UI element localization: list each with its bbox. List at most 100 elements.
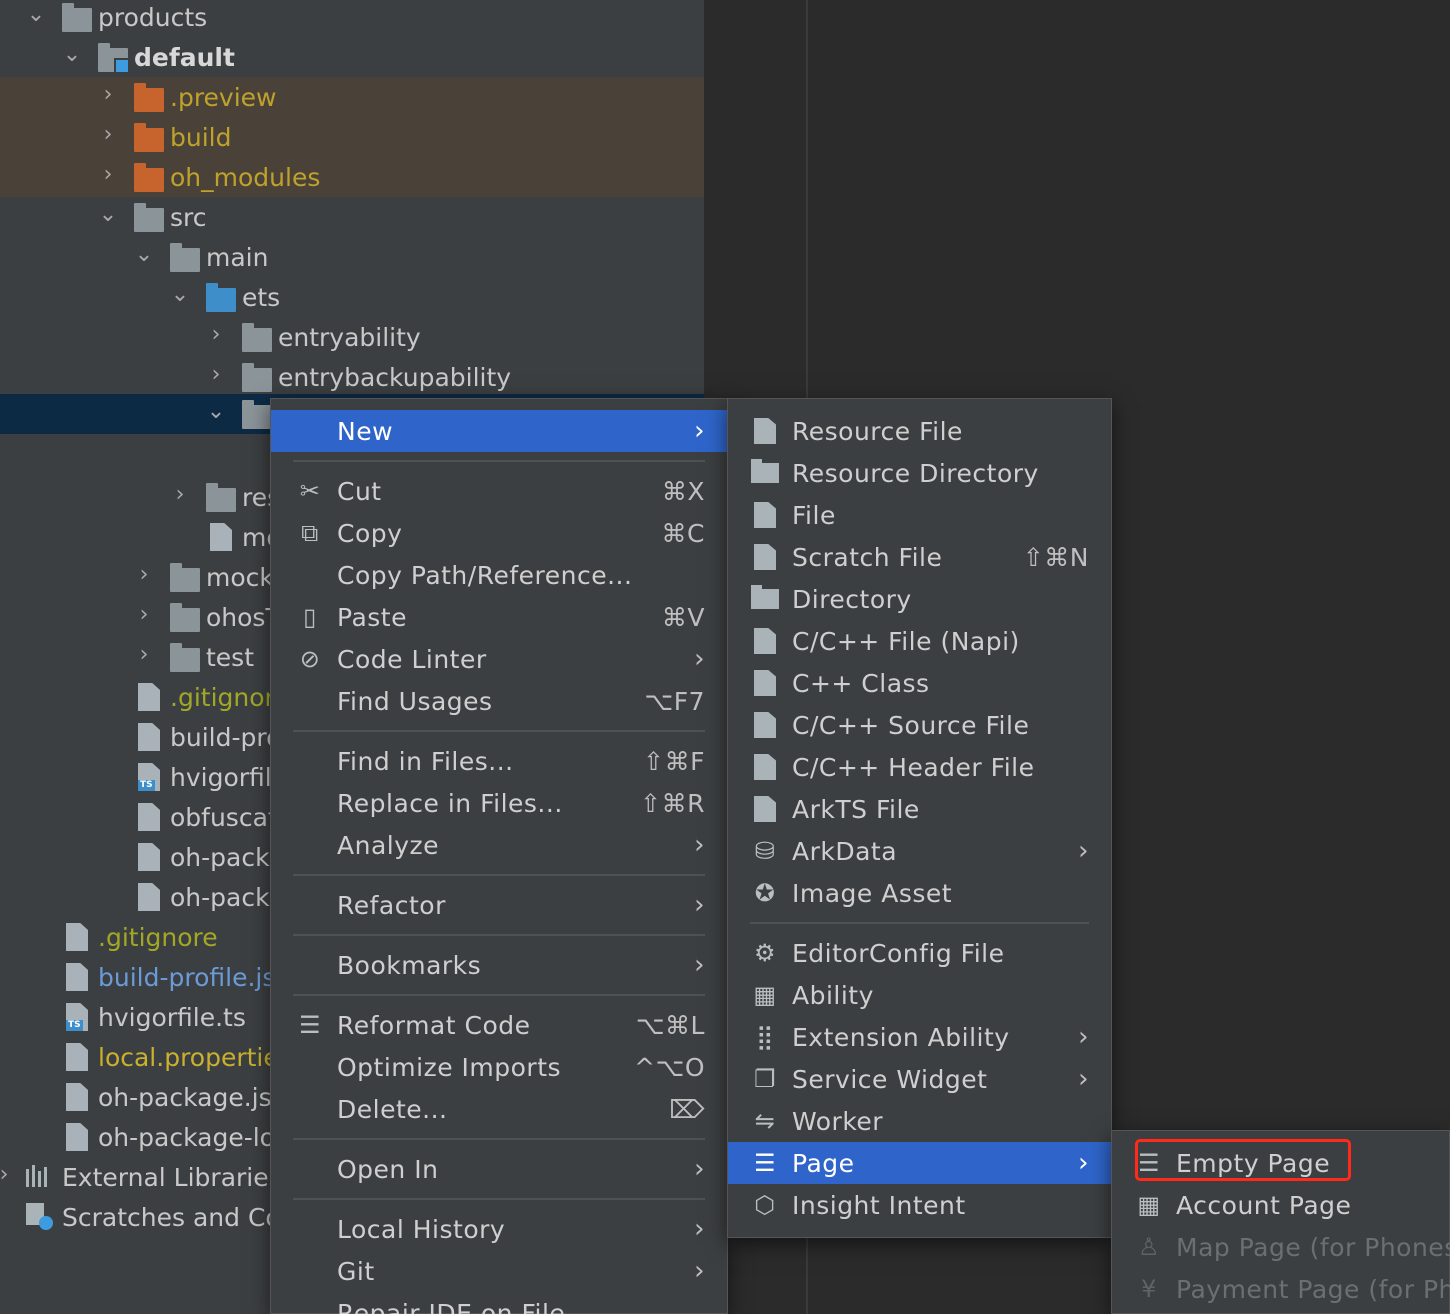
- annotation-highlight-box: [1135, 1139, 1351, 1181]
- chevron-right-icon[interactable]: ›: [96, 163, 120, 187]
- tree-label: oh-package-lo: [98, 1122, 275, 1152]
- clipboard-icon: ▯: [303, 603, 317, 631]
- menu-item-delete[interactable]: Delete... ⌦: [271, 1088, 727, 1130]
- tree-row-oh-modules[interactable]: › oh_modules: [0, 157, 704, 197]
- chevron-right-icon: ›: [1078, 1022, 1089, 1052]
- chevron-down-icon[interactable]: ⌄: [24, 3, 48, 27]
- menu-item-label: Replace in Files...: [337, 788, 563, 818]
- ability-icon: ▦: [753, 981, 777, 1009]
- chevron-right-icon[interactable]: ›: [132, 603, 156, 627]
- menu-item-paste[interactable]: ▯ Paste ⌘V: [271, 596, 727, 638]
- menu-item-map-page[interactable]: ♙ Map Page (for Phones: [1112, 1226, 1450, 1268]
- menu-item-scratch-file[interactable]: Scratch File ⇧⌘N: [728, 536, 1111, 578]
- menu-item-cut[interactable]: ✂ Cut ⌘X: [271, 470, 727, 512]
- menu-item-git[interactable]: Git ›: [271, 1250, 727, 1292]
- menu-shortcut: ⇧⌘R: [640, 788, 705, 818]
- tree-row-build[interactable]: › build: [0, 117, 704, 157]
- menu-item-resource-file[interactable]: Resource File: [728, 410, 1111, 452]
- menu-item-label: New: [337, 416, 394, 446]
- menu-item-label: Directory: [792, 584, 912, 614]
- menu-item-service-widget[interactable]: ❐ Service Widget ›: [728, 1058, 1111, 1100]
- menu-item-account-page[interactable]: ▦ Account Page: [1112, 1184, 1449, 1226]
- menu-item-new[interactable]: New ›: [271, 410, 727, 452]
- chevron-right-icon[interactable]: ›: [0, 1163, 16, 1187]
- menu-item-code-linter[interactable]: ⊘ Code Linter ›: [271, 638, 727, 680]
- menu-item-c-header-file[interactable]: C/C++ Header File: [728, 746, 1111, 788]
- menu-item-label: Resource File: [792, 416, 963, 446]
- menu-item-label: Resource Directory: [792, 458, 1039, 488]
- folder-icon: [170, 603, 200, 633]
- menu-item-optimize-imports[interactable]: Optimize Imports ^⌥O: [271, 1046, 727, 1088]
- menu-item-reformat-code[interactable]: ☰ Reformat Code ⌥⌘L: [271, 1004, 727, 1046]
- menu-separator: [293, 994, 705, 996]
- menu-shortcut: ⇧⌘N: [1022, 542, 1089, 572]
- menu-item-c-source-file[interactable]: C/C++ Source File: [728, 704, 1111, 746]
- tree-row-entryability[interactable]: › entryability: [0, 317, 704, 357]
- menu-item-extension-ability[interactable]: ⣿ Extension Ability ›: [728, 1016, 1111, 1058]
- menu-item-directory[interactable]: Directory: [728, 578, 1111, 620]
- scissors-icon: ✂: [299, 477, 321, 505]
- menu-item-find-usages[interactable]: Find Usages ⌥F7: [271, 680, 727, 722]
- ts-file-icon: TS: [66, 1003, 96, 1031]
- menu-item-local-history[interactable]: Local History ›: [271, 1208, 727, 1250]
- menu-item-ability[interactable]: ▦ Ability: [728, 974, 1111, 1016]
- menu-item-label: C/C++ Header File: [792, 752, 1035, 782]
- chevron-right-icon[interactable]: ›: [132, 563, 156, 587]
- menu-item-cpp-class[interactable]: C++ Class: [728, 662, 1111, 704]
- menu-item-replace-in-files[interactable]: Replace in Files... ⇧⌘R: [271, 782, 727, 824]
- folder-icon: [62, 3, 92, 33]
- tree-row-src[interactable]: ⌄ src: [0, 197, 704, 237]
- tree-label: products: [98, 2, 208, 32]
- tree-row-default[interactable]: ⌄ default: [0, 37, 704, 77]
- folder-icon: [170, 243, 200, 273]
- menu-item-insight-intent[interactable]: ⬡ Insight Intent: [728, 1184, 1111, 1226]
- chevron-right-icon[interactable]: ›: [96, 123, 120, 147]
- chevron-down-icon[interactable]: ⌄: [168, 283, 192, 307]
- menu-separator: [293, 934, 705, 936]
- context-menu: New › ✂ Cut ⌘X ⧉ Copy ⌘C Copy Path/Refer…: [270, 398, 728, 1314]
- chevron-right-icon[interactable]: ›: [204, 323, 228, 347]
- chevron-down-icon[interactable]: ⌄: [132, 243, 156, 267]
- chevron-right-icon: ›: [694, 1214, 705, 1244]
- chevron-right-icon: ›: [1078, 1148, 1089, 1178]
- tree-label: ets: [242, 282, 281, 312]
- chevron-right-icon[interactable]: ›: [96, 83, 120, 107]
- tree-row-ets[interactable]: ⌄ ets: [0, 277, 704, 317]
- tree-row-entrybackupability[interactable]: › entrybackupability: [0, 357, 704, 397]
- menu-item-copy[interactable]: ⧉ Copy ⌘C: [271, 512, 727, 554]
- menu-item-refactor[interactable]: Refactor ›: [271, 884, 727, 926]
- tree-label: mock: [206, 562, 274, 592]
- menu-item-copy-path[interactable]: Copy Path/Reference...: [271, 554, 727, 596]
- chevron-right-icon: ›: [694, 1256, 705, 1286]
- chevron-right-icon[interactable]: ›: [168, 483, 192, 507]
- menu-item-file[interactable]: File: [728, 494, 1111, 536]
- menu-item-analyze[interactable]: Analyze ›: [271, 824, 727, 866]
- chevron-down-icon[interactable]: ⌄: [204, 400, 228, 424]
- menu-item-find-in-files[interactable]: Find in Files... ⇧⌘F: [271, 740, 727, 782]
- menu-item-c-file-napi[interactable]: C/C++ File (Napi): [728, 620, 1111, 662]
- menu-item-open-in[interactable]: Open In ›: [271, 1148, 727, 1190]
- menu-item-arkts-file[interactable]: ArkTS File: [728, 788, 1111, 830]
- menu-item-page[interactable]: ☰ Page ›: [728, 1142, 1111, 1184]
- tree-row-main[interactable]: ⌄ main: [0, 237, 704, 277]
- chevron-right-icon: ›: [694, 890, 705, 920]
- menu-item-image-asset[interactable]: ✪ Image Asset: [728, 872, 1111, 914]
- new-submenu: Resource File Resource Directory File Sc…: [727, 398, 1112, 1238]
- menu-item-worker[interactable]: ⇋ Worker: [728, 1100, 1111, 1142]
- menu-item-label: C++ Class: [792, 668, 930, 698]
- arkts-file-icon: [750, 794, 780, 824]
- menu-item-arkdata[interactable]: ⛁ ArkData ›: [728, 830, 1111, 872]
- menu-item-resource-directory[interactable]: Resource Directory: [728, 452, 1111, 494]
- menu-item-repair-ide[interactable]: Repair IDE on File: [271, 1292, 727, 1314]
- chevron-down-icon[interactable]: ⌄: [60, 43, 84, 67]
- tree-row-products[interactable]: ⌄ products: [0, 0, 704, 37]
- menu-item-editorconfig-file[interactable]: ⚙ EditorConfig File: [728, 932, 1111, 974]
- chevron-right-icon[interactable]: ›: [132, 643, 156, 667]
- tree-row-preview[interactable]: › .preview: [0, 77, 704, 117]
- chevron-down-icon[interactable]: ⌄: [96, 203, 120, 227]
- text-file-icon: [138, 803, 168, 831]
- chevron-right-icon: ›: [694, 950, 705, 980]
- chevron-right-icon[interactable]: ›: [204, 363, 228, 387]
- menu-item-payment-page[interactable]: ¥ Payment Page (for Pho: [1112, 1268, 1450, 1310]
- menu-item-bookmarks[interactable]: Bookmarks ›: [271, 944, 727, 986]
